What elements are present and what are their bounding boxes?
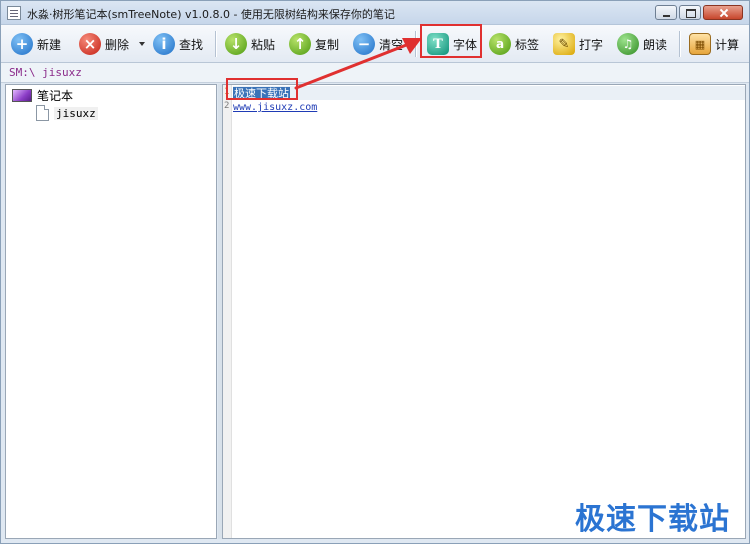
notebook-tree[interactable]: 笔记本 jisuxz: [5, 84, 217, 539]
find-label: 查找: [179, 37, 204, 52]
toolbar-separator: [215, 31, 216, 57]
tag-label: 标签: [515, 37, 540, 52]
x-icon: ×: [79, 33, 101, 55]
info-icon: i: [153, 33, 175, 55]
tree-root-node[interactable]: 笔记本: [12, 87, 73, 104]
read-label: 朗读: [643, 37, 668, 52]
pencil-icon: ✎: [553, 33, 575, 55]
window-title: 水淼·树形笔记本(smTreeNote) v1.0.8.0 - 使用无限树结构来…: [27, 8, 395, 21]
tree-child-node[interactable]: jisuxz: [36, 105, 98, 121]
editor-line[interactable]: www.jisuxz.com: [233, 100, 317, 113]
type-label: 打字: [579, 37, 604, 52]
paste-button[interactable]: ↓ 粘贴: [223, 30, 275, 58]
headphones-icon: ♫: [617, 33, 639, 55]
calc-button[interactable]: ▦ 计算: [687, 30, 739, 58]
window-controls: [655, 5, 743, 20]
delete-button[interactable]: × 删除: [77, 30, 146, 58]
selected-text-highlight: [226, 78, 298, 100]
type-button[interactable]: ✎ 打字: [551, 30, 603, 58]
current-path: SM:\ jisuxz: [9, 66, 82, 79]
minimize-button[interactable]: [655, 5, 677, 20]
line-number-gutter: 1 2: [223, 85, 232, 538]
chevron-down-icon[interactable]: [139, 42, 146, 46]
tree-child-label: jisuxz: [54, 106, 98, 120]
notebook-icon: [12, 89, 32, 102]
find-button[interactable]: i 查找: [151, 30, 203, 58]
down-arrow-icon: ↓: [225, 33, 247, 55]
toolbar-separator: [679, 31, 680, 57]
annotation-arrow: [294, 38, 422, 90]
new-label: 新建: [37, 37, 62, 52]
line-number: 2: [224, 101, 230, 111]
close-button[interactable]: [703, 5, 743, 20]
read-button[interactable]: ♫ 朗读: [615, 30, 667, 58]
calc-label: 计算: [715, 37, 740, 52]
tag-icon: a: [489, 33, 511, 55]
new-button[interactable]: + 新建: [9, 30, 61, 58]
document-icon: [36, 105, 49, 121]
calculator-icon: ▦: [689, 33, 711, 55]
tag-button[interactable]: a 标签: [487, 30, 539, 58]
note-editor[interactable]: 1 2 极速下载站 www.jisuxz.com: [222, 84, 746, 539]
notebook-app-icon: [7, 6, 21, 20]
maximize-button[interactable]: [679, 5, 701, 20]
title-bar: 水淼·树形笔记本(smTreeNote) v1.0.8.0 - 使用无限树结构来…: [1, 1, 749, 25]
paste-label: 粘贴: [251, 37, 276, 52]
plus-icon: +: [11, 33, 33, 55]
tree-root-label: 笔记本: [37, 89, 74, 103]
site-watermark: 极速下载站: [575, 502, 730, 537]
delete-label: 删除: [105, 37, 130, 52]
url-link[interactable]: www.jisuxz.com: [233, 102, 317, 113]
